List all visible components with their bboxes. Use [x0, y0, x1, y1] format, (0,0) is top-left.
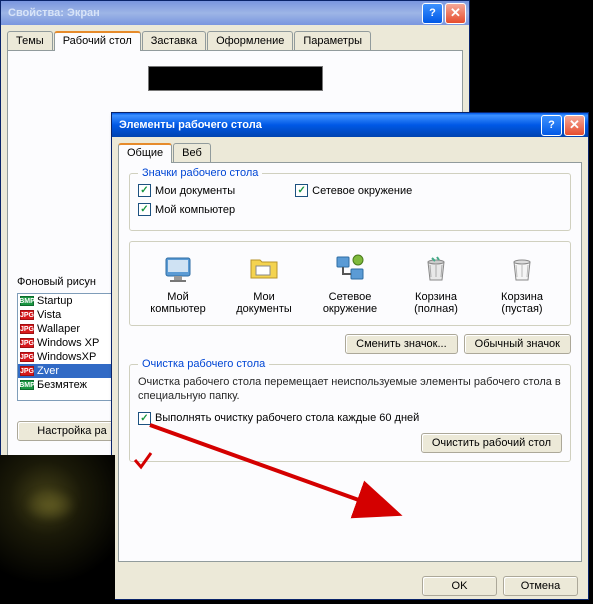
desktop-icon-item[interactable]: Корзина (пустая): [487, 252, 557, 315]
list-item-label: Wallaper: [37, 323, 80, 335]
desktop-items-window: Элементы рабочего стола ? ✕ Общие Веб Зн…: [111, 112, 589, 600]
desktop-icon: [506, 252, 538, 287]
list-item[interactable]: JPGWindowsXP: [18, 350, 124, 364]
annotation-checkmark: [133, 450, 155, 472]
tab-screensaver[interactable]: Заставка: [142, 31, 206, 50]
list-item-label: Vista: [37, 309, 61, 321]
tab-web[interactable]: Веб: [173, 143, 211, 162]
check-label: Выполнять очистку рабочего стола каждые …: [155, 412, 419, 424]
list-item-label: Zver: [37, 365, 59, 377]
icon-label: Мои документы: [229, 291, 299, 315]
check-label: Мои документы: [155, 185, 235, 197]
file-icon: BMP: [20, 380, 34, 390]
checkbox-icon: ✓: [138, 203, 151, 216]
desktop-icon-item[interactable]: Мои документы: [229, 252, 299, 315]
fieldset-title: Очистка рабочего стола: [138, 358, 269, 370]
cleanup-description: Очистка рабочего стола перемещает неиспо…: [138, 375, 562, 404]
list-item[interactable]: JPGZver: [18, 364, 124, 378]
desktop-icons-fieldset: Значки рабочего стола ✓Мои документы ✓Мо…: [129, 173, 571, 231]
tab-general[interactable]: Общие: [118, 143, 172, 163]
desktop-icon-item[interactable]: Корзина (полная): [401, 252, 471, 315]
clean-desktop-button[interactable]: Очистить рабочий стол: [421, 433, 562, 453]
monitor-preview: [148, 66, 323, 91]
checkbox-icon: ✓: [295, 184, 308, 197]
dialog-buttons: OK Отмена: [112, 568, 588, 604]
list-item-label: Безмятеж: [37, 379, 87, 391]
desktop-icon: [162, 252, 194, 287]
checkbox-icon: ✓: [138, 184, 151, 197]
help-button[interactable]: ?: [541, 115, 562, 136]
background-list[interactable]: BMPStartupJPGVistaJPGWallaperJPGWindows …: [17, 293, 125, 401]
icon-label: Мой компьютер: [143, 291, 213, 315]
fieldset-title: Значки рабочего стола: [138, 167, 262, 179]
list-item[interactable]: JPGWallaper: [18, 322, 124, 336]
icon-label: Сетевое окружение: [315, 291, 385, 315]
titlebar[interactable]: Элементы рабочего стола ? ✕: [112, 113, 588, 137]
file-icon: JPG: [20, 324, 34, 334]
desktop-icon: [334, 252, 366, 287]
tab-panel: Значки рабочего стола ✓ Мои документы ✓ Мо…: [118, 162, 582, 562]
tab-appearance[interactable]: Оформление: [207, 31, 293, 50]
check-mydocs[interactable]: ✓ Мои документы: [138, 184, 235, 197]
list-item-label: WindowsXP: [37, 351, 96, 363]
list-item-label: Startup: [37, 295, 72, 307]
help-button[interactable]: ?: [422, 3, 443, 24]
file-icon: JPG: [20, 366, 34, 376]
default-icon-button[interactable]: Обычный значок: [464, 334, 571, 354]
icon-label: Корзина (пустая): [487, 291, 557, 315]
tab-themes[interactable]: Темы: [7, 31, 53, 50]
tabs: Общие Веб: [112, 137, 588, 162]
check-mycomputer[interactable]: ✓ Мой компьютер: [138, 203, 235, 216]
file-icon: BMP: [20, 296, 34, 306]
background-wallpaper: [0, 455, 115, 600]
tab-settings[interactable]: Параметры: [294, 31, 371, 50]
list-item[interactable]: BMPБезмятеж: [18, 378, 124, 392]
icon-label: Корзина (полная): [401, 291, 471, 315]
check-label: Мой компьютер: [155, 204, 235, 216]
desktop-icon: [248, 252, 280, 287]
desktop-cleanup-fieldset: Очистка рабочего стола Очистка рабочего …: [129, 364, 571, 462]
file-icon: JPG: [20, 352, 34, 362]
desktop-icon-item[interactable]: Мой компьютер: [143, 252, 213, 315]
check-cleanup-60days[interactable]: ✓ Выполнять очистку рабочего стола каждые…: [138, 412, 562, 425]
close-button[interactable]: ✕: [564, 115, 585, 136]
window-title: Элементы рабочего стола: [115, 119, 541, 131]
change-icon-button[interactable]: Сменить значок...: [345, 334, 458, 354]
titlebar[interactable]: Свойства: Экран ? ✕: [1, 1, 469, 25]
list-item[interactable]: JPGVista: [18, 308, 124, 322]
tabs: Темы Рабочий стол Заставка Оформление Па…: [1, 25, 469, 50]
check-label: Сетевое окружение: [312, 185, 412, 197]
ok-button[interactable]: OK: [422, 576, 497, 596]
background-label: Фоновый рисун: [17, 276, 96, 288]
list-item[interactable]: JPGWindows XP: [18, 336, 124, 350]
desktop-icon: [420, 252, 452, 287]
checkbox-icon: ✓: [138, 412, 151, 425]
file-icon: JPG: [20, 310, 34, 320]
list-item-label: Windows XP: [37, 337, 99, 349]
cancel-button[interactable]: Отмена: [503, 576, 578, 596]
icon-selection-box[interactable]: Мой компьютер Мои документы Сетевое окруже…: [129, 241, 571, 326]
file-icon: JPG: [20, 338, 34, 348]
close-button[interactable]: ✕: [445, 3, 466, 24]
list-item[interactable]: BMPStartup: [18, 294, 124, 308]
desktop-icon-item[interactable]: Сетевое окружение: [315, 252, 385, 315]
tab-desktop[interactable]: Рабочий стол: [54, 31, 141, 51]
window-title: Свойства: Экран: [4, 7, 422, 19]
check-network[interactable]: ✓ Сетевое окружение: [295, 184, 412, 197]
